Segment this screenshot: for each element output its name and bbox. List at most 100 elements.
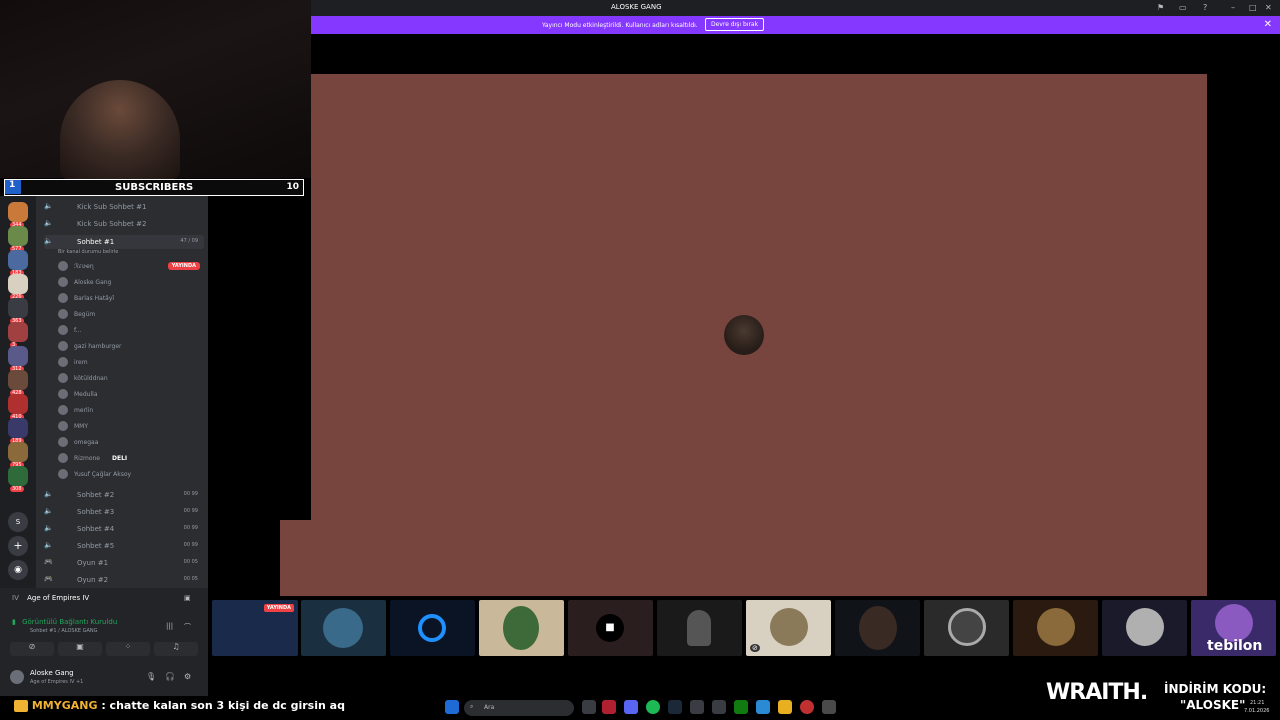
voice-channel[interactable]: 🔈 Sohbet #4 00 99 <box>44 522 204 536</box>
edge-icon[interactable] <box>756 700 770 714</box>
activity-settings-icon[interactable]: ▣ <box>184 594 191 602</box>
settings-gear-icon[interactable]: ⚙ <box>184 672 191 681</box>
app-icon[interactable] <box>690 700 704 714</box>
noise-suppression-icon[interactable]: ||| <box>166 622 173 630</box>
xbox-icon[interactable] <box>734 700 748 714</box>
server-icon[interactable]: 577 <box>8 226 28 252</box>
steam-icon[interactable] <box>668 700 682 714</box>
chrome-icon[interactable] <box>800 700 814 714</box>
file-explorer-icon[interactable] <box>778 700 792 714</box>
voice-member[interactable]: MMY <box>58 420 202 434</box>
avatar <box>58 453 68 463</box>
add-server-icon[interactable]: + <box>8 536 28 556</box>
participant-thumbnail[interactable]: ⊘ <box>746 600 831 656</box>
clock-time: 21:21 <box>1250 700 1265 706</box>
participant-thumbnail[interactable] <box>1102 600 1187 656</box>
participant-thumbnail[interactable] <box>390 600 475 656</box>
voice-status-text: Görüntülü Bağlantı Kuruldu <box>22 618 118 626</box>
voice-channel[interactable]: 🎮 Oyun #2 00 05 <box>44 573 204 587</box>
discover-icon[interactable]: ◉ <box>8 560 28 580</box>
server-badge: 308 <box>10 486 24 492</box>
voice-channel-active[interactable]: 🔈 Sohbet #1 47 / 09 <box>44 235 204 249</box>
participant-avatar[interactable] <box>724 315 764 355</box>
voice-channel[interactable]: 🔈 Sohbet #2 00 99 <box>44 488 204 502</box>
voice-channel[interactable]: 🔈 Sohbet #3 00 99 <box>44 505 204 519</box>
opera-icon[interactable] <box>602 700 616 714</box>
avatar <box>58 421 68 431</box>
server-icon[interactable]: 312 <box>8 346 28 372</box>
voice-member[interactable]: gazi hamburger <box>58 340 202 354</box>
voice-channel[interactable]: 🔈 Sohbet #5 00 99 <box>44 539 204 553</box>
participant-thumbnail[interactable]: tebilon <box>1191 600 1276 656</box>
participant-thumbnail[interactable] <box>301 600 386 656</box>
voice-member[interactable]: Rizmone DELI <box>58 452 202 466</box>
server-icon[interactable]: 344 <box>8 202 28 228</box>
server-icon[interactable]: 363 <box>8 298 28 324</box>
server-icon[interactable]: 795 <box>8 442 28 468</box>
maximize-button[interactable]: □ <box>1249 3 1257 12</box>
avatar <box>58 293 68 303</box>
voice-channel[interactable]: 🎮 Oyun #1 00 05 <box>44 556 204 570</box>
voice-member[interactable]: kötülddnan <box>58 372 202 386</box>
disable-streamer-mode-button[interactable]: Devre dışı bırak <box>705 18 765 31</box>
server-letter-icon[interactable]: S <box>8 512 28 532</box>
server-icon[interactable]: 183 <box>8 250 28 276</box>
voice-member[interactable]: Aloske Gang <box>58 276 202 290</box>
voice-member[interactable]: Yusuf Çağlar Aksoy <box>58 468 202 482</box>
disconnect-icon[interactable]: ⌒ <box>184 622 191 632</box>
avatar <box>58 469 68 479</box>
voice-member[interactable]: Barlas Hatâyî <box>58 292 202 306</box>
avatar <box>58 405 68 415</box>
screen-share-icon[interactable]: ▭ <box>1179 3 1187 12</box>
channel-status[interactable]: Bir kanal durumu belirle <box>58 249 118 255</box>
user-avatar[interactable] <box>10 670 24 684</box>
voice-channel[interactable]: 🔈 Kick Sub Sohbet #1 <box>44 200 204 214</box>
muted-icon: ⊘ <box>750 644 760 652</box>
voice-member[interactable]: irem <box>58 356 202 370</box>
spotify-icon[interactable] <box>646 700 660 714</box>
server-icon[interactable]: 226 <box>8 274 28 300</box>
discord-icon[interactable] <box>624 700 638 714</box>
participant-thumbnail[interactable] <box>924 600 1009 656</box>
taskbar-search[interactable]: ⌕ Ara <box>464 700 574 716</box>
server-icon[interactable]: 410 <box>8 394 28 420</box>
voice-member[interactable]: Begüm <box>58 308 202 322</box>
stream-view-lower <box>280 520 1207 596</box>
user-name[interactable]: Aloske Gang <box>30 669 74 677</box>
server-icon[interactable]: 428 <box>8 370 28 396</box>
close-button[interactable]: ✕ <box>1265 3 1272 12</box>
chat-username: MMYGANG <box>31 699 98 712</box>
banner-close-icon[interactable]: ✕ <box>1264 19 1272 30</box>
voice-channel[interactable]: 🔈 Kick Sub Sohbet #2 <box>44 217 204 231</box>
participant-thumbnail[interactable] <box>1013 600 1098 656</box>
inbox-icon[interactable]: ⚑ <box>1157 3 1164 12</box>
windows-start-icon[interactable] <box>445 700 459 714</box>
activity-row[interactable]: IV Age of Empires IV <box>12 594 89 602</box>
voice-member[interactable]: f... <box>58 324 202 338</box>
activities-button[interactable]: ⁘ <box>106 642 150 656</box>
participant-thumbnail[interactable] <box>835 600 920 656</box>
microphone-icon[interactable]: 🎙 <box>146 672 156 681</box>
participant-thumbnail[interactable]: ■ <box>568 600 653 656</box>
task-view-icon[interactable] <box>582 700 596 714</box>
server-icon[interactable]: 189 <box>8 418 28 444</box>
server-icon[interactable]: 3 <box>8 322 28 348</box>
voice-member[interactable]: merlin <box>58 404 202 418</box>
minimize-button[interactable]: – <box>1231 3 1235 12</box>
participant-thumbnail[interactable] <box>479 600 564 656</box>
voice-channel-name[interactable]: Sohbet #1 / ALOSKE GANG <box>30 628 98 634</box>
epic-games-icon[interactable] <box>712 700 726 714</box>
screen-share-button[interactable]: ▣ <box>58 642 102 656</box>
age-of-empires-icon[interactable] <box>822 700 836 714</box>
voice-member[interactable]: Medulla <box>58 388 202 402</box>
soundboard-button[interactable]: ♫ <box>154 642 198 656</box>
participant-thumbnail-live[interactable]: YAYINDA <box>212 600 298 656</box>
help-icon[interactable]: ? <box>1203 3 1207 12</box>
voice-member[interactable]: ℛɾʋҽɳ YAYINDA <box>58 260 202 274</box>
participant-thumbnail[interactable] <box>657 600 742 656</box>
server-icon[interactable]: 308 <box>8 466 28 492</box>
headphones-icon[interactable]: 🎧 <box>165 672 175 681</box>
search-icon: ⌕ <box>470 703 474 710</box>
camera-off-button[interactable]: ⊘ <box>10 642 54 656</box>
voice-member[interactable]: omegaa <box>58 436 202 450</box>
